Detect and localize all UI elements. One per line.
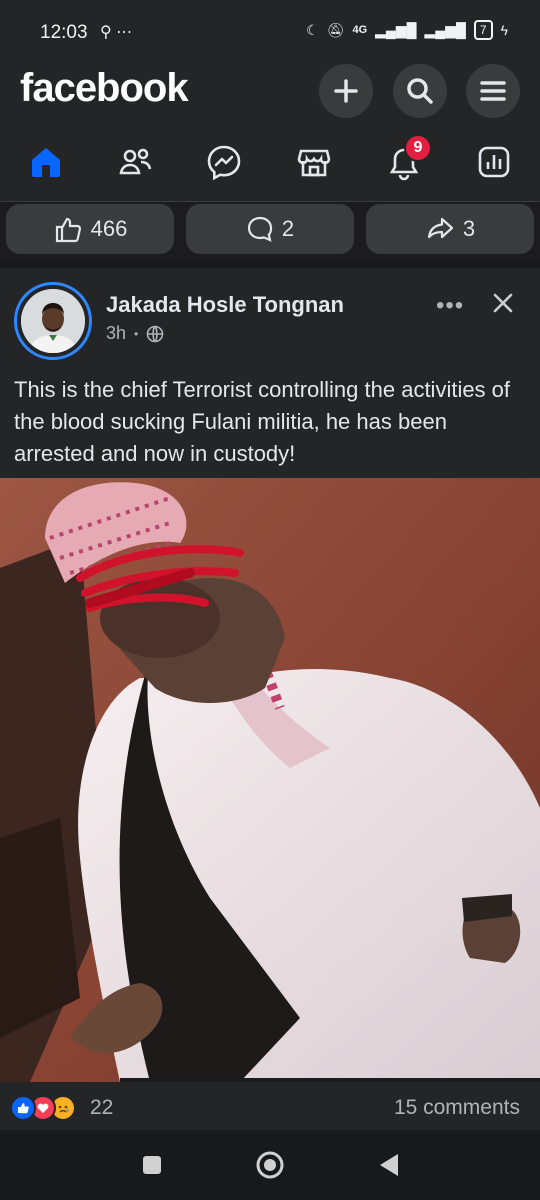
facebook-logo: facebook <box>20 66 189 110</box>
moon-icon: ☾ <box>306 21 319 38</box>
home-nav-button[interactable] <box>255 1150 285 1180</box>
reaction-count: 22 <box>90 1096 114 1119</box>
home-icon <box>32 148 60 177</box>
reaction-icons <box>10 1095 76 1121</box>
comment-button[interactable]: 2 <box>186 204 354 254</box>
status-notification-icons: ⚲ ⋯ <box>100 24 133 41</box>
status-right-icons: ☾ 🔕︎ 4G ▂▄▆█ ▂▄▆█ 7 ϟ <box>306 20 508 40</box>
friends-icon <box>119 148 152 175</box>
system-nav-bar <box>0 1130 540 1200</box>
like-button[interactable]: 466 <box>6 204 174 254</box>
status-time: 12:03 <box>40 22 88 43</box>
battery-icon: 7 <box>473 20 493 40</box>
comments-count[interactable]: 15 comments <box>394 1096 520 1120</box>
tab-friends[interactable] <box>113 140 157 184</box>
share-icon <box>427 217 453 239</box>
plus-icon <box>334 79 358 103</box>
share-count: 3 <box>462 216 476 241</box>
network-label: 4G <box>352 24 368 36</box>
share-button[interactable]: 3 <box>366 204 534 254</box>
post-time[interactable]: 3h <box>106 323 126 344</box>
avatar-image <box>21 289 85 353</box>
thumbs-up-icon <box>55 217 81 243</box>
avatar <box>21 289 85 353</box>
reactions-summary[interactable]: 22 15 comments <box>0 1082 540 1134</box>
app-header: facebook <box>0 62 540 122</box>
menu-icon <box>480 81 506 101</box>
messenger-icon <box>207 145 241 181</box>
post-author-name[interactable]: Jakada Hosle Tongnan <box>106 292 344 318</box>
meta-separator: • <box>134 326 139 341</box>
comment-icon <box>247 216 272 242</box>
charging-icon: ϟ <box>500 22 508 38</box>
tab-marketplace[interactable] <box>292 140 336 184</box>
signal-icon-2: ▂▄▆█ <box>424 21 466 38</box>
author-avatar[interactable] <box>14 282 92 360</box>
post-photo[interactable] <box>0 478 540 1082</box>
previous-post-actions: 466 2 3 <box>0 202 540 262</box>
tab-dashboard[interactable] <box>472 140 516 184</box>
marketplace-icon <box>297 149 331 177</box>
dashboard-icon <box>478 146 510 178</box>
back-triangle-icon <box>380 1154 398 1176</box>
status-bar: 12:03 ⚲ ⋯ ☾ 🔕︎ 4G ▂▄▆█ ▂▄▆█ 7 ϟ <box>0 0 540 62</box>
tab-bar: 9 <box>0 122 540 202</box>
post-text: This is the chief Terrorist controlling … <box>14 377 511 466</box>
post-hide-button[interactable] <box>488 288 518 318</box>
menu-button[interactable] <box>466 64 520 118</box>
create-button[interactable] <box>319 64 373 118</box>
tab-notifications[interactable]: 9 <box>382 134 432 184</box>
close-icon <box>493 293 513 313</box>
post-meta: 3h • <box>106 323 164 344</box>
feed-post: Jakada Hosle Tongnan 3h • ••• This is th… <box>0 268 540 1200</box>
post-more-button[interactable]: ••• <box>436 292 464 320</box>
tab-messenger[interactable] <box>202 140 246 184</box>
comment-count: 2 <box>281 216 295 241</box>
circle-icon <box>256 1151 284 1179</box>
tab-home[interactable] <box>24 140 68 184</box>
post-photo-image <box>0 478 540 1082</box>
search-button[interactable] <box>393 64 447 118</box>
signal-icon: ▂▄▆█ <box>375 21 417 38</box>
globe-icon <box>146 325 164 342</box>
recents-button[interactable] <box>137 1150 167 1180</box>
like-reaction-icon <box>10 1095 36 1121</box>
notifications-badge: 9 <box>404 134 432 162</box>
square-icon <box>143 1156 161 1174</box>
search-icon <box>407 78 433 104</box>
back-button[interactable] <box>374 1150 404 1180</box>
like-count: 466 <box>90 216 128 241</box>
mute-icon: 🔕︎ <box>326 21 345 38</box>
